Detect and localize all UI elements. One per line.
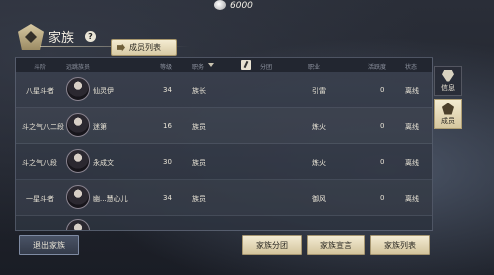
help-icon[interactable]: ? [85, 31, 96, 42]
currency-display: 6000 [214, 0, 253, 12]
member-profession: 炼火 [312, 159, 326, 167]
header-position[interactable]: 职务 [192, 62, 204, 71]
avatar [66, 149, 90, 173]
member-level: 30 [163, 158, 172, 166]
member-position: 族员 [192, 123, 206, 131]
members-emblem-icon [442, 102, 454, 115]
header-profession[interactable]: 职业 [308, 62, 320, 71]
member-activity: 0 [380, 122, 385, 130]
member-rank: 斗之气八二段 [22, 123, 64, 131]
family-announce-button[interactable]: 家族宣言 [307, 235, 365, 255]
member-level: 34 [163, 194, 172, 202]
member-rank: 斗之气八段 [22, 159, 57, 167]
table-row[interactable]: 一星斗者 幽...慧心儿 34 族员 御风 0 离线 [16, 180, 432, 216]
member-name: 幽...慧心儿 [93, 195, 128, 203]
member-status: 离线 [405, 123, 419, 131]
member-status: 离线 [405, 195, 419, 203]
table-row[interactable] [16, 216, 432, 230]
member-level: 16 [163, 122, 172, 130]
header-activity[interactable]: 活跃度 [368, 62, 386, 71]
silver-coin-icon [214, 0, 226, 10]
member-rank: 一星斗者 [26, 195, 54, 203]
avatar [66, 77, 90, 101]
edit-pen-icon[interactable] [241, 60, 251, 70]
member-profession: 御风 [312, 195, 326, 203]
table-row[interactable]: 八星斗者 仙灵伊 34 族长 引雷 0 离线 [16, 72, 432, 108]
member-table: 斗阶 远跳族员 等级 职务 分团 职业 活跃度 状态 八星斗者 仙灵伊 34 族… [15, 57, 433, 231]
member-position: 族员 [192, 195, 206, 203]
table-row[interactable]: 斗之气八段 永成文 30 族员 炼火 0 离线 [16, 144, 432, 180]
tab-member-list[interactable]: 成员列表 [111, 39, 177, 56]
leave-family-button[interactable]: 退出家族 [19, 235, 79, 255]
header-status[interactable]: 状态 [405, 62, 417, 71]
member-activity: 0 [380, 194, 385, 202]
member-profession: 引雷 [312, 87, 326, 95]
avatar [66, 113, 90, 137]
family-list-button[interactable]: 家族列表 [370, 235, 430, 255]
member-status: 离线 [405, 159, 419, 167]
flag-icon [117, 43, 125, 52]
member-rank: 八星斗者 [26, 87, 54, 95]
header-name[interactable]: 远跳族员 [66, 62, 90, 71]
table-header: 斗阶 远跳族员 等级 职务 分团 职业 活跃度 状态 [16, 58, 432, 72]
tab-member-list-label: 成员列表 [129, 43, 161, 52]
member-name: 仙灵伊 [93, 87, 114, 95]
header-group[interactable]: 分团 [260, 62, 272, 71]
position-dropdown-icon[interactable] [208, 63, 214, 67]
table-row[interactable]: 斗之气八二段 迷第 16 族员 炼火 0 离线 [16, 108, 432, 144]
member-name: 永成文 [93, 159, 114, 167]
currency-amount: 6000 [230, 1, 253, 11]
member-profession: 炼火 [312, 123, 326, 131]
side-tab-bar: 信息 成员 [434, 66, 462, 132]
member-level: 34 [163, 86, 172, 94]
page-title: 家族 [48, 31, 75, 46]
member-activity: 0 [380, 86, 385, 94]
side-tab-info[interactable]: 信息 [434, 66, 462, 96]
member-name: 迷第 [93, 123, 107, 131]
avatar [66, 219, 90, 230]
family-group-button[interactable]: 家族分团 [242, 235, 302, 255]
avatar [66, 185, 90, 209]
side-tab-members[interactable]: 成员 [434, 99, 462, 129]
member-position: 族员 [192, 159, 206, 167]
member-position: 族长 [192, 87, 206, 95]
member-status: 离线 [405, 87, 419, 95]
side-tab-info-label: 信息 [441, 83, 455, 92]
member-activity: 0 [380, 158, 385, 166]
info-emblem-icon [442, 69, 454, 82]
header-level[interactable]: 等级 [160, 62, 172, 71]
side-tab-members-label: 成员 [441, 116, 455, 125]
header-rank[interactable]: 斗阶 [34, 62, 46, 71]
